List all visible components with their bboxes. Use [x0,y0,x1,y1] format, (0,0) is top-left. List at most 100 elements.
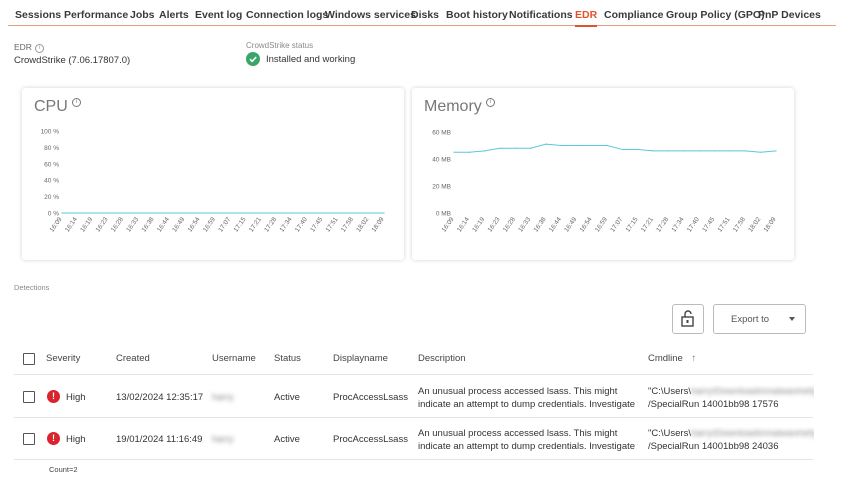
data-point [729,150,731,152]
severity-text: High [66,434,86,445]
cpu-chart: 100 %80 %60 %40 %20 %0 %16:09 16:14 16:19 1… [41,129,386,234]
check-circle-icon [246,52,260,66]
data-point [199,212,201,214]
x-tick-label: 16:14 [64,216,79,234]
tab-sessions[interactable]: Sessions [15,9,61,21]
data-point [652,150,654,152]
data-point [468,151,470,153]
cmdline-redacted: harry\Downloads\malware\efyuo [690,428,814,439]
tab-connection-logs[interactable]: Connection logs [246,9,328,21]
displayname-cell: ProcAccessLsass [333,392,408,403]
x-tick-label: 17:34 [279,216,294,234]
data-point [337,212,339,214]
data-point [368,212,370,214]
data-point [545,143,547,145]
tab-performance[interactable]: Performance [64,9,128,21]
tab-pnp-devices[interactable]: PnP Devices [758,9,821,21]
status-cell: Active [274,434,300,445]
data-point [698,150,700,152]
data-point [499,147,501,149]
x-tick-label: 18:09 [371,216,386,234]
data-point [138,212,140,214]
export-dropdown[interactable]: Export to [713,304,806,334]
edr-label-text: EDR [14,42,32,52]
tab-boot-history[interactable]: Boot history [446,9,508,21]
unlock-button[interactable] [672,304,704,334]
x-tick-label: 17:28 [263,216,278,234]
column-header-status[interactable]: Status [274,353,301,364]
data-point [668,150,670,152]
tab-edr[interactable]: EDR [575,9,598,27]
data-point [606,144,608,147]
column-header-username[interactable]: Username [212,353,256,364]
y-tick-label: 80 % [44,145,59,152]
data-point [576,144,578,147]
sort-asc-icon[interactable]: ↑ [692,353,697,364]
tab-windows-services[interactable]: Windows services [325,9,416,21]
tab-compliance[interactable]: Compliance [604,9,664,21]
column-header-cmdline[interactable]: Cmdline ↑ [648,353,696,364]
data-point [683,150,685,152]
x-tick-label: 18:02 [747,216,762,234]
x-tick-label: 16:23 [487,216,502,234]
detections-label: Detections [14,283,50,292]
tab-disks[interactable]: Disks [411,9,439,21]
data-point [122,212,124,214]
column-header-displayname[interactable]: Displayname [333,353,388,364]
column-header-description[interactable]: Description [418,353,466,364]
cmdline-cell: "C:\Users\harry\Downloads\malware\efyuo … [648,427,814,453]
edr-label: EDR i [14,42,44,53]
x-tick-label: 17:34 [671,216,686,234]
x-tick-label: 16:19 [79,216,94,234]
row-checkbox[interactable] [23,433,35,445]
severity-text: High [66,392,86,403]
data-point [352,212,354,214]
data-point [61,212,63,214]
data-point [260,212,262,214]
description-line: An unusual process accessed lsass. This … [418,386,618,397]
y-tick-label: 20 MB [432,184,451,191]
description-cell: An unusual process accessed lsass. This … [418,385,638,411]
data-point [383,212,385,214]
series-line [454,143,777,153]
tab-alerts[interactable]: Alerts [159,9,189,21]
status-cell: Active [274,392,300,403]
tab-group-policy[interactable]: Group Policy (GPO) [666,9,765,21]
data-point [453,151,455,153]
y-tick-label: 20 % [44,194,59,201]
info-icon[interactable]: i [34,44,44,53]
x-tick-label: 17:51 [717,216,732,234]
data-point [245,212,247,214]
x-tick-label: 16:59 [202,216,217,234]
column-header-created[interactable]: Created [116,353,150,364]
x-tick-label: 17:07 [609,216,624,234]
x-tick-label: 17:07 [217,216,232,234]
tab-jobs[interactable]: Jobs [130,9,155,21]
row-count: Count=2 [49,465,78,474]
cmdline-text: /SpecialRun 14001bb98 17576 [648,399,779,410]
x-tick-label: 16:49 [563,216,578,234]
severity-high-icon: ! [47,432,60,445]
x-tick-label: 16:54 [187,216,202,234]
x-tick-label: 16:38 [533,216,548,234]
data-point [637,148,639,151]
x-tick-label: 16:33 [125,216,140,234]
data-point [291,212,293,214]
tab-event-log[interactable]: Event log [195,9,242,21]
row-checkbox[interactable] [23,391,35,403]
edr-status-value: Installed and working [266,54,356,65]
tab-notifications[interactable]: Notifications [509,9,573,21]
username-cell: harry [212,392,234,403]
data-point [744,150,746,152]
data-point [184,212,186,214]
x-tick-label: 18:09 [763,216,778,234]
memory-chart-card: Memory i 60 MB 40 MB 20 MB 0 MB 16:09 16:14 16:… [412,88,794,260]
x-tick-label: 16:28 [502,216,517,234]
select-all-checkbox[interactable] [23,353,35,365]
data-point [622,148,624,151]
column-header-severity[interactable]: Severity [46,353,80,364]
x-tick-label: 17:45 [701,216,716,234]
x-tick-label: 16:49 [171,216,186,234]
y-tick-label: 40 MB [432,157,451,164]
x-tick-label: 17:51 [325,216,340,234]
